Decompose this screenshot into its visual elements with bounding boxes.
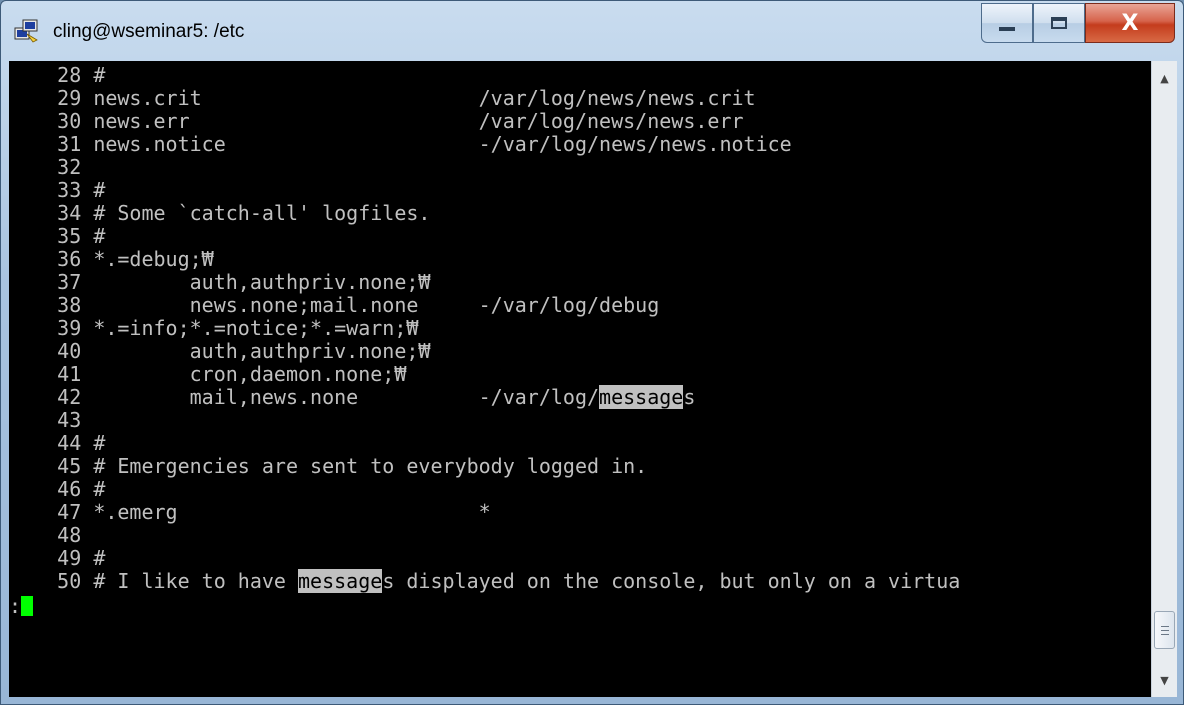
line-text: #	[93, 546, 106, 570]
line-text: #	[93, 63, 106, 87]
line-text: # Some `catch-all' logfiles.	[93, 201, 431, 225]
line-text: *.=info;*.=notice;*.=warn;₩	[93, 316, 419, 340]
editor-line: 29 news.crit /var/log/news/news.crit	[9, 86, 756, 110]
line-number: 35	[57, 224, 82, 248]
line-number: 29	[57, 86, 82, 110]
line-number: 50	[57, 569, 82, 593]
line-text: news.crit /var/log/news/news.crit	[93, 86, 756, 110]
editor-line: 45 # Emergencies are sent to everybody l…	[9, 455, 647, 478]
search-highlight: message	[599, 385, 684, 409]
editor-line: 38 news.none;mail.none -/var/log/debug	[9, 294, 659, 317]
editor-line: 30 news.err /var/log/news/news.err	[9, 109, 744, 133]
editor-line: 41 cron,daemon.none;₩	[9, 363, 406, 386]
caption-buttons: X	[981, 3, 1175, 45]
editor-line: 48	[9, 524, 93, 547]
line-number: 43	[57, 408, 82, 432]
line-text: #	[93, 178, 106, 202]
editor-line: 44 #	[9, 432, 105, 455]
editor-line: 46 #	[9, 478, 105, 501]
line-number: 48	[57, 523, 82, 547]
scroll-up-arrow-icon[interactable]: ▲	[1152, 65, 1177, 91]
line-number: 41	[57, 362, 82, 386]
line-text: cron,daemon.none;₩	[93, 362, 407, 386]
editor-line: 47 *.emerg *	[9, 501, 491, 524]
line-number: 46	[57, 477, 82, 501]
maximize-icon	[1051, 17, 1067, 29]
line-number: 47	[57, 500, 82, 524]
line-text: #	[93, 477, 106, 501]
window-title: cling@wseminar5: /etc	[53, 21, 245, 42]
editor-line: 35 #	[9, 225, 105, 248]
line-text: s	[683, 385, 696, 409]
line-number: 49	[57, 546, 82, 570]
line-text: news.none;mail.none -/var/log/debug	[93, 293, 660, 317]
putty-app-icon	[14, 19, 38, 43]
close-icon: X	[1121, 10, 1139, 36]
editor-line: 37 auth,authpriv.none;₩	[9, 271, 430, 294]
line-number: 36	[57, 247, 82, 271]
line-text: news.notice -/var/log/news/news.notice	[93, 132, 792, 156]
command-line[interactable]: :	[9, 594, 34, 618]
line-text: auth,authpriv.none;₩	[93, 270, 431, 294]
line-text: # Emergencies are sent to everybody logg…	[93, 454, 648, 478]
maximize-button[interactable]	[1033, 3, 1085, 43]
line-number: 33	[57, 178, 82, 202]
terminal-screen[interactable]: 28 # 29 news.crit /var/log/news/news.cri…	[9, 61, 1151, 697]
editor-line: 28 #	[9, 64, 105, 87]
line-number: 34	[57, 201, 82, 225]
line-number: 38	[57, 293, 82, 317]
command-prompt: :	[9, 594, 22, 618]
line-number: 40	[57, 339, 82, 363]
line-text: mail,news.none -/var/log/	[93, 385, 600, 409]
line-number: 28	[57, 63, 82, 87]
minimize-icon	[999, 27, 1015, 31]
search-highlight: message	[298, 569, 383, 593]
title-bar[interactable]: cling@wseminar5: /etc X	[1, 1, 1183, 61]
line-text: #	[93, 431, 106, 455]
grip-line	[1161, 634, 1169, 635]
editor-line: 36 *.=debug;₩	[9, 248, 214, 271]
scroll-down-arrow-icon[interactable]: ▼	[1152, 667, 1177, 693]
line-text: news.err /var/log/news/news.err	[93, 109, 744, 133]
vertical-scrollbar[interactable]: ▲ ▼	[1151, 61, 1177, 697]
line-number: 30	[57, 109, 82, 133]
line-number: 45	[57, 454, 82, 478]
text-cursor	[21, 596, 34, 616]
line-text: *.emerg *	[93, 500, 491, 524]
editor-line: 33 #	[9, 179, 105, 202]
line-text: *.=debug;₩	[93, 247, 214, 271]
line-number: 44	[57, 431, 82, 455]
line-text: # I like to have	[93, 569, 299, 593]
editor-line: 31 news.notice -/var/log/news/news.notic…	[9, 133, 792, 156]
line-text: #	[93, 224, 106, 248]
line-number: 42	[57, 385, 82, 409]
line-number: 32	[57, 155, 82, 179]
editor-line: 39 *.=info;*.=notice;*.=warn;₩	[9, 317, 418, 340]
editor-line: 34 # Some `catch-all' logfiles.	[9, 202, 430, 225]
line-number: 37	[57, 270, 82, 294]
minimize-button[interactable]	[981, 3, 1033, 43]
editor-line: 43	[9, 409, 93, 432]
editor-line: 32	[9, 156, 93, 179]
scrollbar-thumb[interactable]	[1154, 611, 1175, 649]
grip-line	[1161, 630, 1169, 631]
line-text: s displayed on the console, but only on …	[382, 569, 961, 593]
editor-line: 49 #	[9, 547, 105, 570]
terminal-window: cling@wseminar5: /etc X 28 # 29 news.cri…	[0, 0, 1184, 705]
editor-line: 42 mail,news.none -/var/log/messages	[9, 385, 696, 409]
line-number: 39	[57, 316, 82, 340]
editor-line: 40 auth,authpriv.none;₩	[9, 340, 430, 363]
grip-line	[1161, 626, 1169, 627]
close-button[interactable]: X	[1085, 3, 1175, 43]
line-text: auth,authpriv.none;₩	[93, 339, 431, 363]
line-number: 31	[57, 132, 82, 156]
editor-line: 50 # I like to have messages displayed o…	[9, 569, 961, 593]
